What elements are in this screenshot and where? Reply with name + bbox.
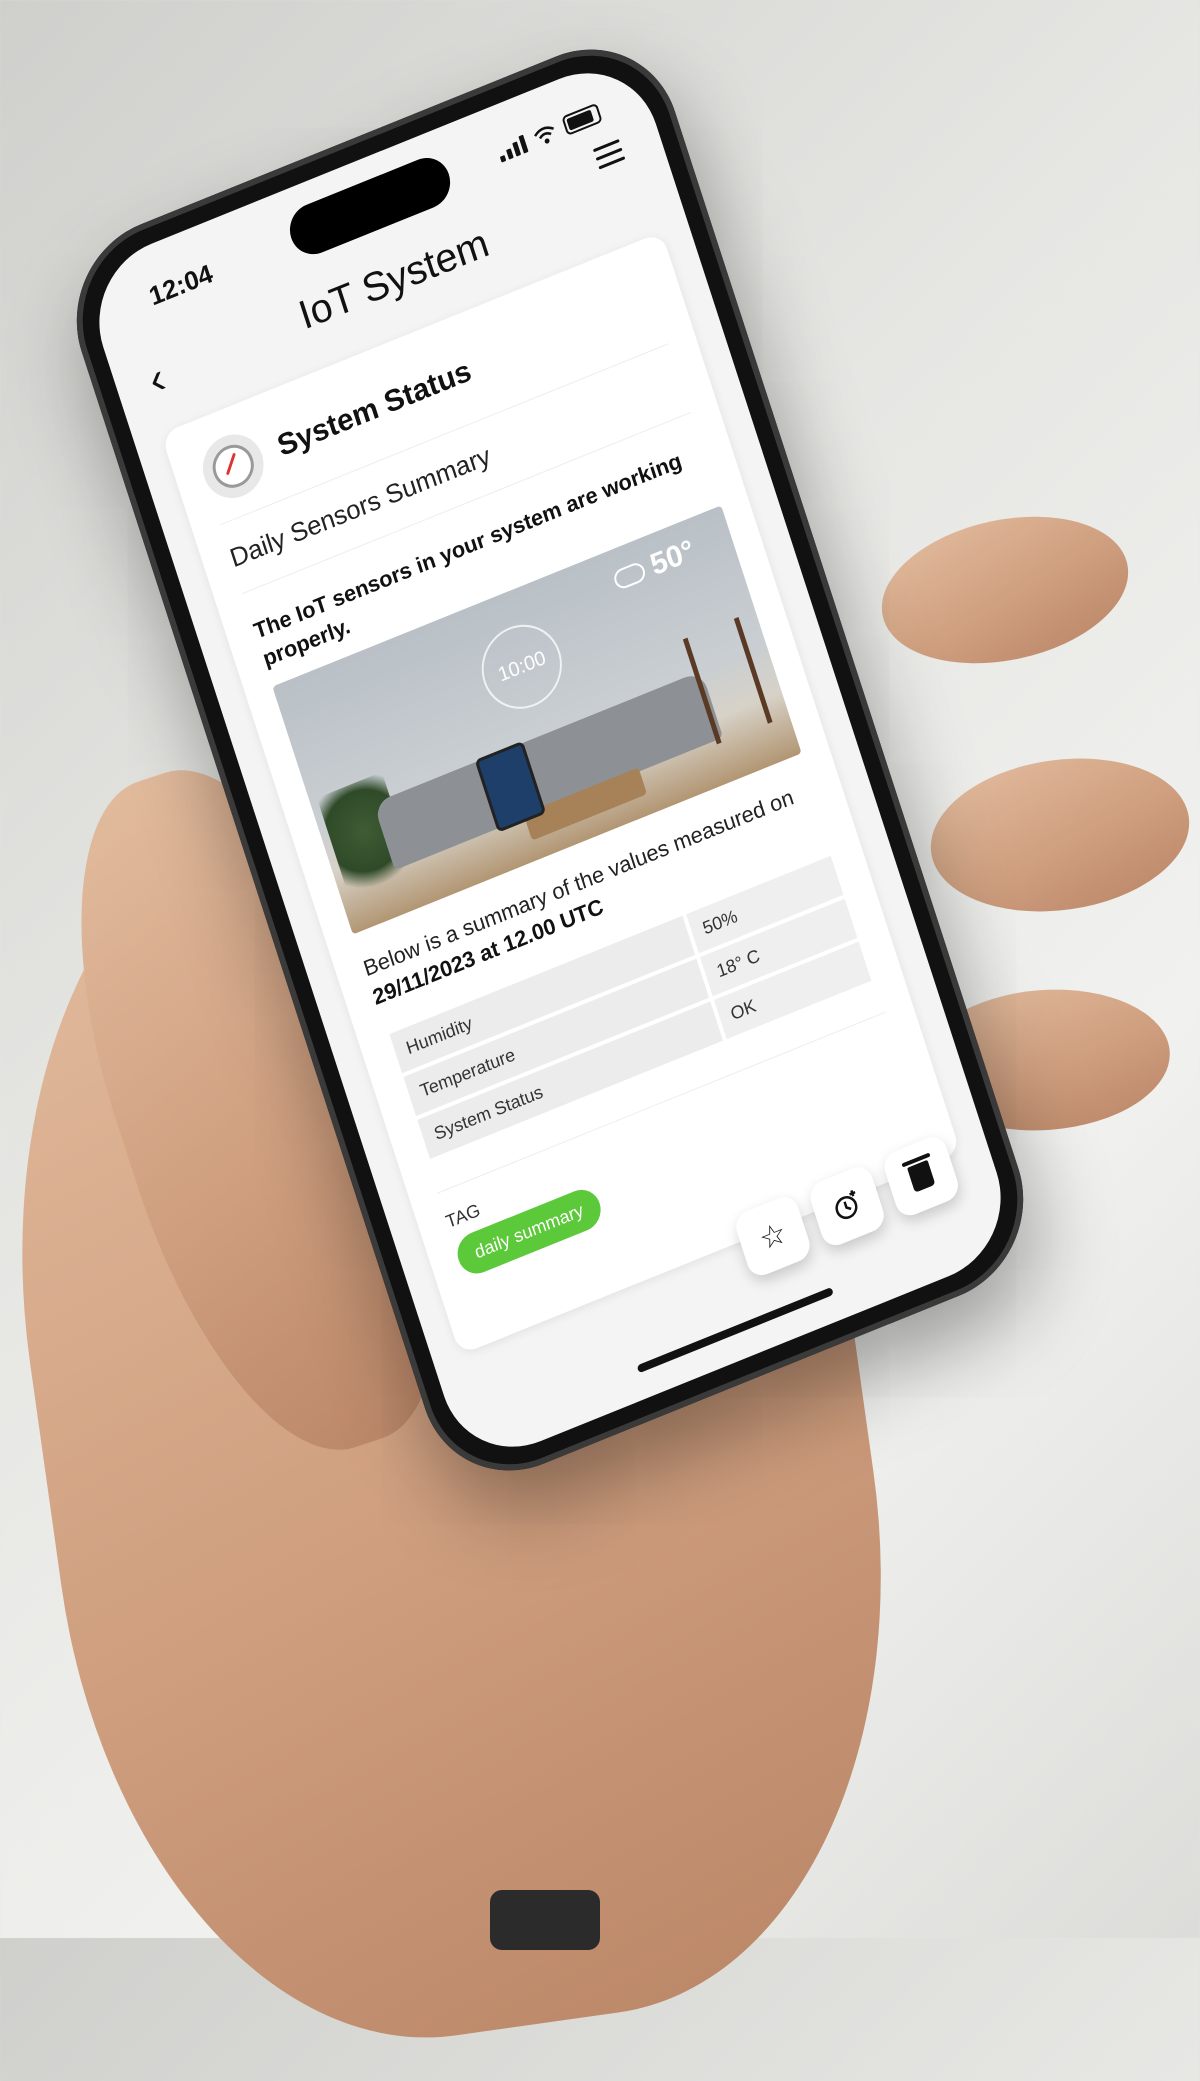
cloud-icon (611, 560, 648, 592)
signal-icon (496, 134, 529, 163)
hand-finger (868, 495, 1142, 685)
photo-clock: 10:00 (471, 612, 573, 722)
status-time: 12:04 (145, 257, 217, 312)
battery-icon (561, 102, 603, 136)
photo-weather-temp: 50° (646, 533, 699, 583)
hand-finger (920, 742, 1200, 928)
wristband (490, 1890, 600, 1950)
compass-icon (194, 425, 272, 508)
wifi-icon (534, 126, 555, 144)
photo-weather: 50° (609, 534, 699, 598)
